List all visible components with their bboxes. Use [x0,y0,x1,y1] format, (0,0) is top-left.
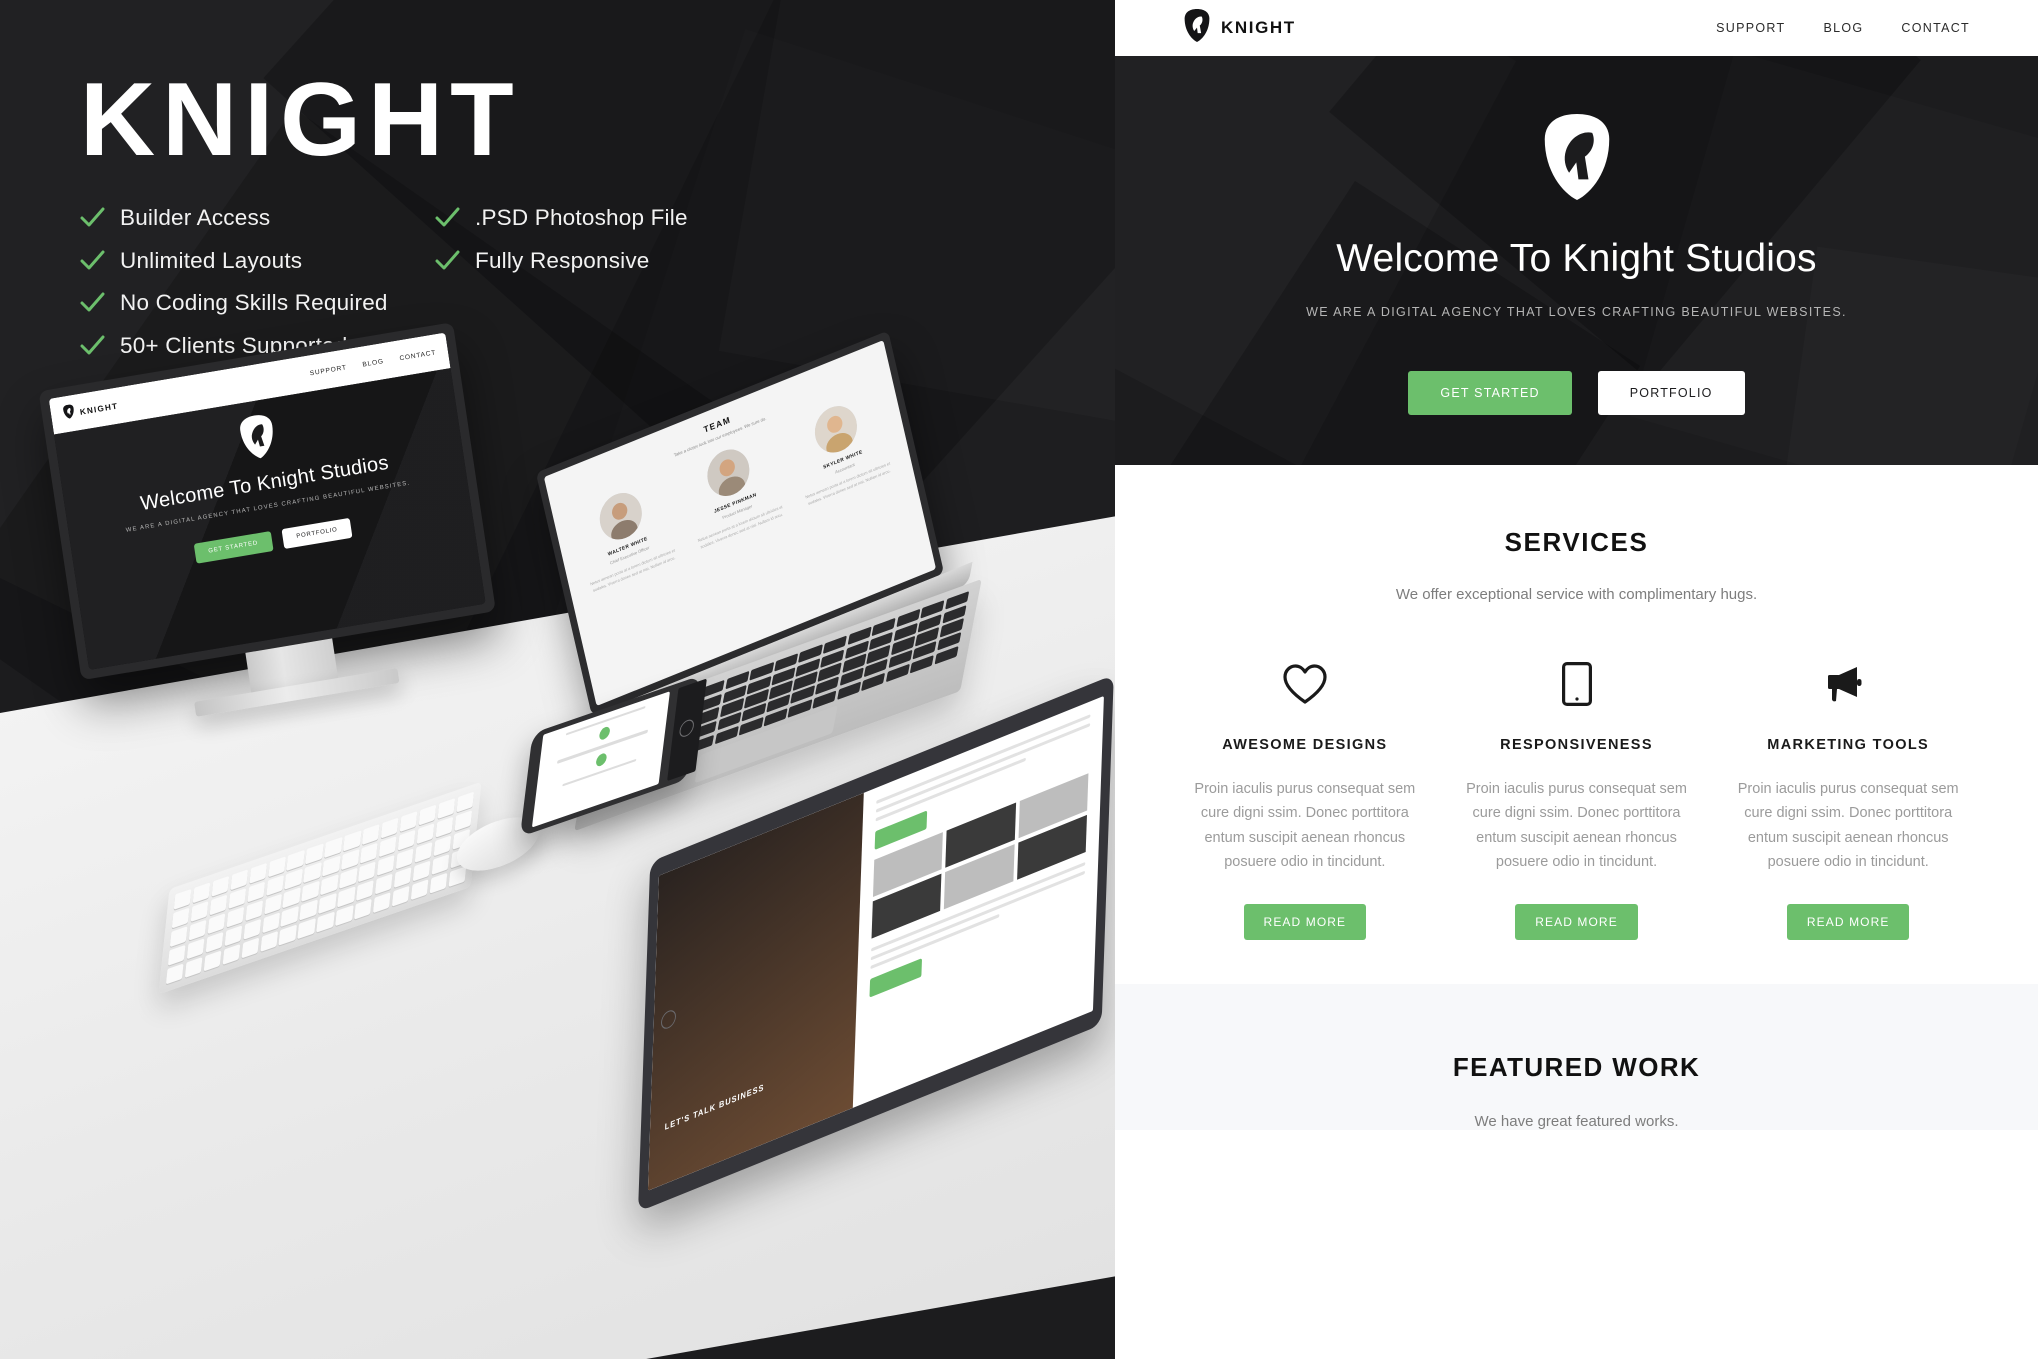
service-text: Proin iaculis purus consequat sem cure d… [1194,781,1416,871]
feature-dot-icon [598,725,611,742]
promo-banner: KNIGHT Builder Access Unlimited Layouts [0,0,2038,1359]
services-title: SERVICES [1504,527,1649,557]
service-card-marketing-tools: MARKETING TOOLS Proin iaculis purus cons… [1712,661,1984,941]
read-more-button[interactable]: READ MORE [1515,904,1638,941]
portfolio-button[interactable]: PORTFOLIO [1597,371,1745,415]
read-more-button[interactable]: READ MORE [1786,904,1910,941]
service-title: AWESOME DESIGNS [1222,737,1388,753]
get-started-button[interactable]: GET STARTED [1408,371,1572,415]
avatar [702,442,754,503]
mockup-brand: KNIGHT [79,401,119,417]
brand-logo[interactable]: KNIGHT [1183,9,1296,47]
mockup-nav-blog: BLOG [361,357,385,369]
shield-logo-icon [62,403,77,424]
service-card-awesome-designs: AWESOME DESIGNS Proin iaculis purus cons… [1169,661,1441,941]
feature-item: Unlimited Layouts [78,240,388,283]
nav-link-support[interactable]: SUPPORT [1716,21,1785,35]
brand-name: KNIGHT [1221,18,1296,37]
feature-label: Builder Access [120,205,271,231]
hero-subhead: WE ARE A DIGITAL AGENCY THAT LOVES CRAFT… [1306,305,1847,319]
ipad-overlay-text: LET'S TALK BUSINESS [664,1082,765,1133]
check-icon [78,204,106,232]
service-title: MARKETING TOOLS [1767,737,1930,753]
hero-headline: Welcome To Knight Studios [1336,237,1817,280]
featured-work-section: FEATURED WORK We have great featured wor… [1115,984,2038,1131]
service-title: RESPONSIVENESS [1500,737,1653,753]
main-nav: SUPPORT BLOG CONTACT [1716,21,1970,35]
feature-item: Builder Access [78,197,388,240]
service-text: Proin iaculis purus consequat sem cure d… [1466,781,1687,871]
services-section: SERVICES We offer exceptional service wi… [1115,465,2038,985]
hero-section: Welcome To Knight Studios WE ARE A DIGIT… [1115,56,2038,465]
hero-shield-logo-icon [1115,114,2038,205]
ipad-hero-image: LET'S TALK BUSINESS [647,792,864,1191]
mockup-nav-contact: CONTACT [399,348,437,362]
hero-actions: GET STARTED PORTFOLIO [1115,371,2038,415]
shield-logo-icon [1183,9,1211,47]
nav-link-contact[interactable]: CONTACT [1901,21,1970,35]
megaphone-icon [1728,661,1968,707]
featured-subtitle: We have great featured works. [1474,1113,1679,1131]
services-grid: AWESOME DESIGNS Proin iaculis purus cons… [1115,661,2038,941]
mockup-nav-support: SUPPORT [309,363,348,377]
services-subtitle: We offer exceptional service with compli… [1395,586,1758,603]
feature-item: Fully Responsive [433,240,688,283]
avatar [595,486,647,547]
feature-dot-icon [594,751,607,768]
nav-link-blog[interactable]: BLOG [1823,21,1863,35]
tablet-icon [1457,661,1697,707]
site-preview-panel: KNIGHT SUPPORT BLOG CONTACT Welcome To K… [1115,0,2038,1359]
avatar [810,399,862,460]
check-icon [433,247,461,275]
check-icon [433,204,461,232]
feature-label: .PSD Photoshop File [475,205,688,231]
feature-item: .PSD Photoshop File [433,197,688,240]
site-header: KNIGHT SUPPORT BLOG CONTACT [1115,0,2038,56]
imac-mockup: KNIGHT SUPPORT BLOG CONTACT Welcome To K… [38,322,501,718]
feature-label: Unlimited Layouts [120,247,303,273]
promo-title: KNIGHT [80,62,521,178]
featured-title: FEATURED WORK [1452,1052,1701,1083]
mockup-portfolio-button: PORTFOLIO [281,517,353,550]
service-text: Proin iaculis purus consequat sem cure d… [1737,781,1959,871]
heart-icon [1185,661,1425,707]
device-mockup-scene: KNIGHT SUPPORT BLOG CONTACT Welcome To K… [0,300,1115,1359]
mockup-get-started-button: GET STARTED [193,531,274,564]
feature-column-right: .PSD Photoshop File Fully Responsive [433,197,688,282]
read-more-button[interactable]: READ MORE [1243,904,1367,941]
feature-label: Fully Responsive [475,247,650,273]
promo-panel: KNIGHT Builder Access Unlimited Layouts [0,0,1115,1359]
check-icon [78,247,106,275]
service-card-responsiveness: RESPONSIVENESS Proin iaculis purus conse… [1441,661,1713,941]
